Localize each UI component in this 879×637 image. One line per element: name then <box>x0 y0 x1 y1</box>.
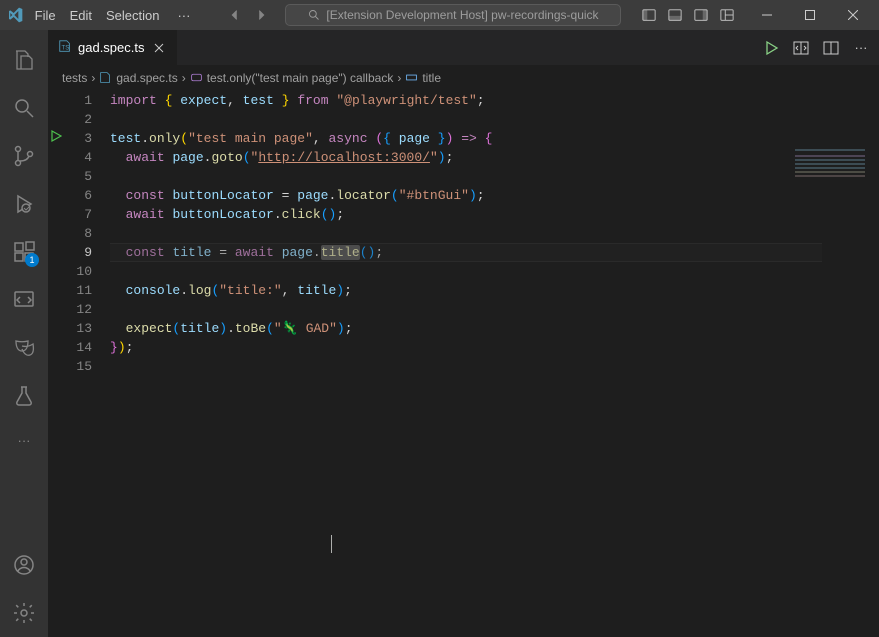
code-line[interactable]: test.only("test main page", async ({ pag… <box>110 129 879 148</box>
tab-gad-spec[interactable]: TS gad.spec.ts <box>48 30 178 65</box>
breadcrumbs[interactable]: tests › gad.spec.ts › test.only("test ma… <box>48 65 879 89</box>
close-icon[interactable] <box>151 40 167 56</box>
playwright-inspector-icon[interactable] <box>0 276 48 324</box>
code-line[interactable] <box>110 262 879 281</box>
source-control-icon[interactable] <box>0 132 48 180</box>
split-diff-icon[interactable] <box>791 38 811 58</box>
code-line[interactable] <box>110 357 879 376</box>
layout-panel-bottom-icon[interactable] <box>663 3 687 27</box>
variable-icon <box>405 71 418 84</box>
editor-tabs: TS gad.spec.ts ··· <box>48 30 879 65</box>
window-maximize-button[interactable] <box>791 0 830 30</box>
url-link[interactable]: http://localhost:3000/ <box>258 150 430 165</box>
code-line[interactable] <box>110 224 879 243</box>
code-editor[interactable]: 123456789101112131415 import { expect, t… <box>48 89 879 637</box>
chevron-right-icon: › <box>397 71 401 85</box>
testing-masks-icon[interactable] <box>0 324 48 372</box>
titlebar: FileEditSelection ··· [Extension Develop… <box>0 0 879 30</box>
code-content[interactable]: import { expect, test } from "@playwrigh… <box>110 89 879 637</box>
run-file-icon[interactable] <box>761 38 781 58</box>
vscode-logo-icon <box>6 6 24 24</box>
minimap[interactable] <box>795 149 865 189</box>
window-minimize-button[interactable] <box>747 0 786 30</box>
breadcrumb-part[interactable]: gad.spec.ts <box>116 71 177 85</box>
command-center-search[interactable]: [Extension Development Host] pw-recordin… <box>285 4 621 26</box>
code-line[interactable] <box>110 300 879 319</box>
line-number-gutter: 123456789101112131415 <box>48 89 110 637</box>
code-line[interactable]: expect(title).toBe("🦎 GAD"); <box>110 319 879 338</box>
breadcrumb-part[interactable]: title <box>422 71 441 85</box>
code-line[interactable]: const buttonLocator = page.locator("#btn… <box>110 186 879 205</box>
current-line-highlight <box>110 243 822 262</box>
method-icon <box>190 71 203 84</box>
ts-file-icon <box>99 71 112 84</box>
more-editor-actions-icon[interactable]: ··· <box>851 38 871 58</box>
extensions-icon[interactable]: 1 <box>0 228 48 276</box>
code-line[interactable]: console.log("title:", title); <box>110 281 879 300</box>
menu-edit[interactable]: Edit <box>63 8 99 23</box>
activity-bar: 1 ··· <box>0 30 48 637</box>
chevron-right-icon: › <box>182 71 186 85</box>
code-line[interactable]: await page.goto("http://localhost:3000/"… <box>110 148 879 167</box>
menu-file[interactable]: File <box>28 8 63 23</box>
nav-back-button[interactable] <box>223 3 247 27</box>
more-menus-icon[interactable]: ··· <box>170 8 197 23</box>
search-icon[interactable] <box>0 84 48 132</box>
beaker-icon[interactable] <box>0 372 48 420</box>
code-line[interactable]: }); <box>110 338 879 357</box>
explorer-icon[interactable] <box>0 36 48 84</box>
accounts-icon[interactable] <box>0 541 48 589</box>
settings-gear-icon[interactable] <box>0 589 48 637</box>
layout-sidebar-right-icon[interactable] <box>689 3 713 27</box>
svg-text:TS: TS <box>62 45 70 52</box>
customize-layout-icon[interactable] <box>715 3 739 27</box>
tab-label: gad.spec.ts <box>78 40 145 55</box>
search-placeholder-text: [Extension Development Host] pw-recordin… <box>326 8 598 22</box>
code-line[interactable] <box>110 110 879 129</box>
run-debug-icon[interactable] <box>0 180 48 228</box>
window-close-button[interactable] <box>834 0 873 30</box>
editor-area: TS gad.spec.ts ··· tests › gad.spec.ts ›… <box>48 30 879 637</box>
layout-sidebar-left-icon[interactable] <box>637 3 661 27</box>
code-line[interactable]: await buttonLocator.click(); <box>110 205 879 224</box>
chevron-right-icon: › <box>91 71 95 85</box>
ts-file-icon: TS <box>58 39 72 56</box>
breadcrumb-part[interactable]: test.only("test main page") callback <box>207 71 394 85</box>
split-editor-icon[interactable] <box>821 38 841 58</box>
nav-forward-button[interactable] <box>249 3 273 27</box>
more-actions-icon[interactable]: ··· <box>0 420 48 460</box>
vertical-scrollbar[interactable] <box>865 148 879 637</box>
menu-selection[interactable]: Selection <box>99 8 166 23</box>
code-line[interactable]: import { expect, test } from "@playwrigh… <box>110 91 879 110</box>
extensions-badge: 1 <box>25 253 39 267</box>
code-line[interactable] <box>110 167 879 186</box>
breadcrumb-part[interactable]: tests <box>62 71 87 85</box>
text-cursor <box>331 535 332 553</box>
